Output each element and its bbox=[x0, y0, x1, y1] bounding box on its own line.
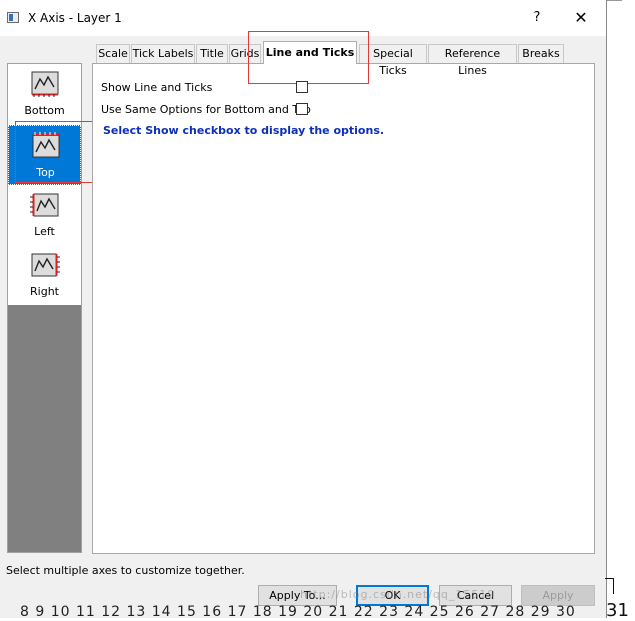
axis-right-icon bbox=[31, 253, 60, 277]
close-button[interactable]: ✕ bbox=[571, 9, 591, 27]
title-bar[interactable]: X Axis - Layer 1 ? ✕ bbox=[0, 0, 606, 36]
tab-title[interactable]: Title bbox=[196, 44, 228, 63]
background-bracket bbox=[605, 578, 614, 594]
axis-item-left[interactable]: Left bbox=[8, 185, 81, 245]
axis-label-bottom: Bottom bbox=[24, 104, 65, 117]
axis-left-icon bbox=[30, 193, 59, 217]
hint-text: Select Show checkbox to display the opti… bbox=[103, 124, 385, 137]
axis-label-right: Right bbox=[30, 285, 59, 298]
tab-reference-lines[interactable]: Reference Lines bbox=[428, 44, 517, 77]
tab-breaks[interactable]: Breaks bbox=[518, 44, 564, 63]
axis-label-top: Top bbox=[36, 166, 55, 179]
axis-sidebar: Bottom Top Left Right bbox=[7, 63, 82, 553]
axis-list: Bottom Top Left Right bbox=[8, 64, 81, 305]
tab-special-ticks[interactable]: Special Ticks bbox=[359, 44, 427, 77]
same-options-label: Use Same Options for Bottom and Top bbox=[101, 103, 311, 116]
apply-button[interactable]: Apply bbox=[521, 585, 595, 606]
axis-item-right[interactable]: Right bbox=[8, 245, 81, 305]
tab-tick-labels[interactable]: Tick Labels bbox=[131, 44, 195, 63]
axis-bottom-icon bbox=[31, 71, 59, 97]
show-line-checkbox[interactable] bbox=[296, 81, 308, 93]
help-button[interactable]: ? bbox=[527, 9, 547, 27]
app-icon bbox=[7, 12, 19, 23]
tab-line-and-ticks[interactable]: Line and Ticks bbox=[263, 41, 357, 64]
status-text: Select multiple axes to customize togeth… bbox=[6, 564, 245, 577]
axis-label-left: Left bbox=[34, 225, 55, 238]
axis-item-bottom[interactable]: Bottom bbox=[8, 64, 81, 124]
tab-scale[interactable]: Scale bbox=[96, 44, 130, 63]
watermark: http://blog.csdn.net/qq_15519 bbox=[300, 588, 496, 601]
same-options-checkbox[interactable] bbox=[296, 103, 308, 115]
window-title: X Axis - Layer 1 bbox=[28, 11, 122, 25]
axis-dialog: X Axis - Layer 1 ? ✕ Bottom Top Left Rig… bbox=[0, 0, 607, 618]
axis-top-icon bbox=[32, 132, 60, 158]
axis-item-top[interactable]: Top bbox=[8, 125, 81, 185]
tab-grids[interactable]: Grids bbox=[229, 44, 261, 63]
show-line-label: Show Line and Ticks bbox=[101, 81, 213, 94]
